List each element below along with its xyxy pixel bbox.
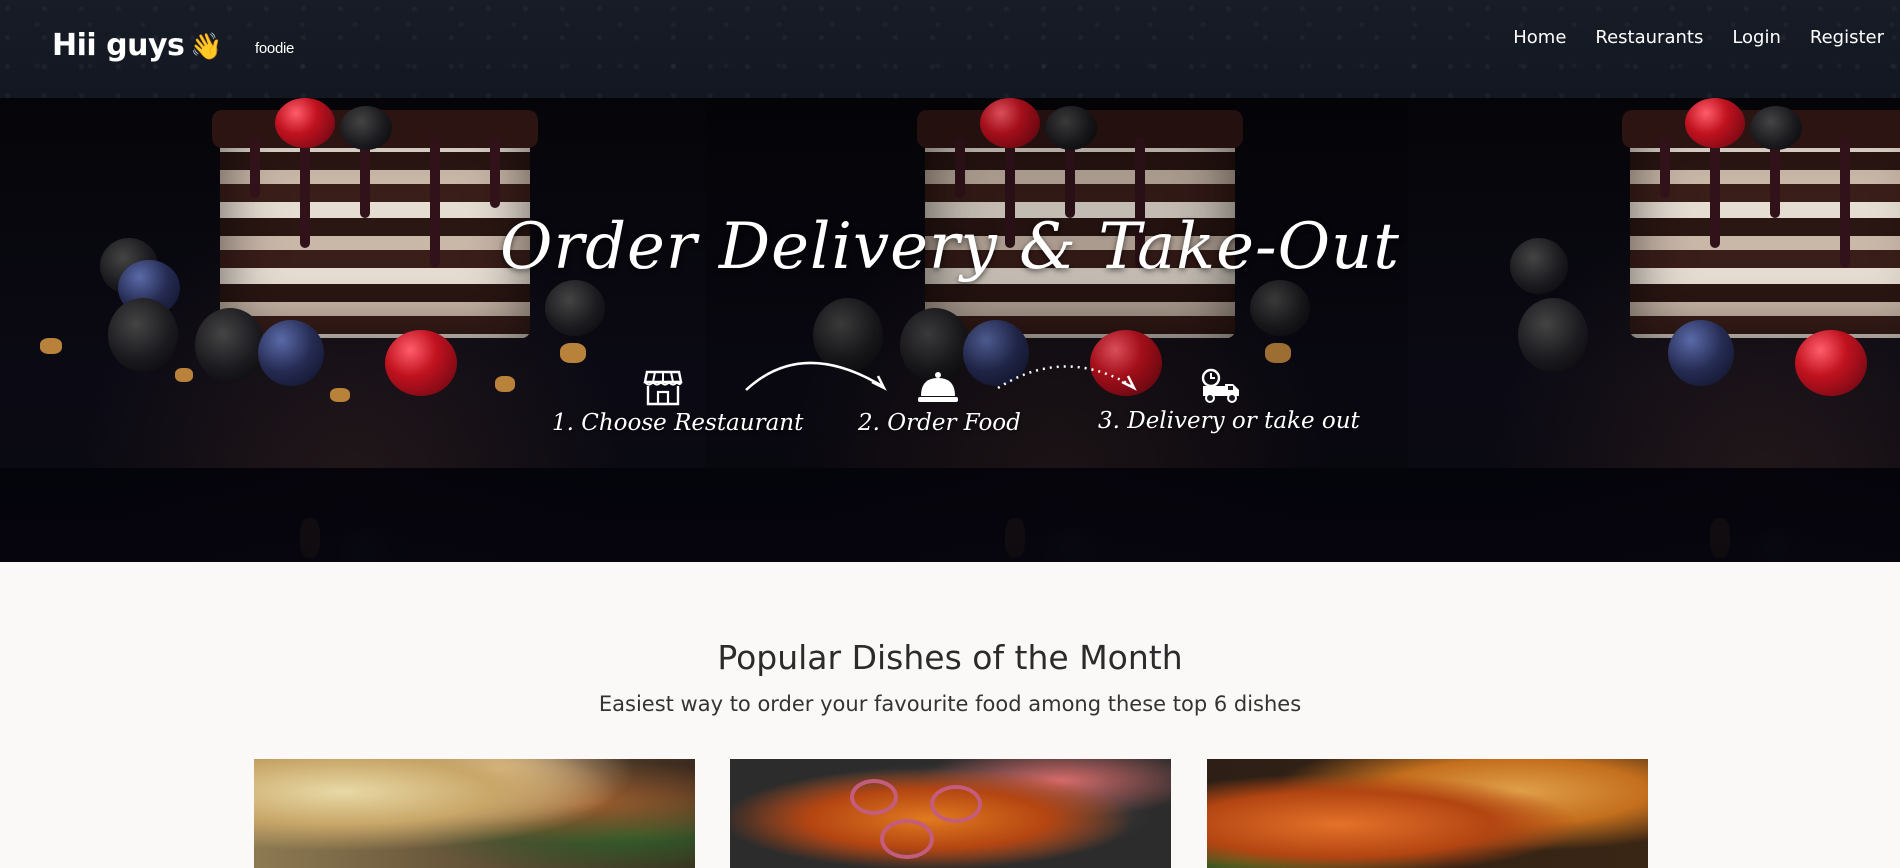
onion-ring <box>850 779 898 815</box>
chocolate-drip <box>360 138 370 218</box>
popular-dishes-title: Popular Dishes of the Month <box>717 638 1183 677</box>
nav-link-home[interactable]: Home <box>1513 27 1566 48</box>
step-choose-restaurant: 1. Choose Restaurant <box>552 368 804 436</box>
step-delivery-or-takeout: 3. Delivery or take out <box>1098 368 1360 434</box>
nav-link-login[interactable]: Login <box>1732 27 1781 48</box>
brand[interactable]: Hii guys 👋 <box>52 28 223 63</box>
brand-text[interactable]: Hii guys <box>52 28 185 63</box>
nut <box>495 376 515 392</box>
nav-link-restaurants[interactable]: Restaurants <box>1595 27 1703 48</box>
nut <box>40 338 62 354</box>
nav-links: Home Restaurants Login Register <box>1513 27 1884 48</box>
chocolate-drip <box>1770 138 1780 218</box>
cherry <box>1685 98 1745 148</box>
blackberry <box>1750 106 1802 150</box>
cherry <box>385 330 457 396</box>
blueberry <box>258 320 324 386</box>
chocolate-drip <box>250 138 260 198</box>
hero-bottom-band <box>0 468 1900 562</box>
foodie-logo[interactable]: foodie <box>255 40 294 57</box>
dish-card-chicken-curry[interactable] <box>730 759 1171 868</box>
dish-card-garlic-naan[interactable] <box>254 759 695 868</box>
step-2-label: 2. Order Food <box>858 410 1021 436</box>
chocolate-drip <box>490 138 500 208</box>
nut <box>560 343 586 363</box>
cloche-icon <box>918 372 958 402</box>
step-1-label: 1. Choose Restaurant <box>552 410 804 436</box>
onion-ring <box>930 785 982 823</box>
nut <box>330 388 350 402</box>
blackberry <box>545 280 605 336</box>
dish-card-dosa[interactable] <box>1207 759 1648 868</box>
navbar: Hii guys 👋 foodie Home Restaurants Login … <box>0 0 1900 98</box>
blackberry <box>1518 298 1588 372</box>
waving-hand-icon: 👋 <box>190 32 223 62</box>
onion-ring <box>880 819 934 859</box>
cherry <box>275 98 335 148</box>
nav-link-register[interactable]: Register <box>1810 27 1884 48</box>
store-icon <box>643 370 683 406</box>
hero-title: Order Delivery & Take-Out <box>500 210 1400 284</box>
blackberry <box>108 298 178 372</box>
nut <box>175 368 193 382</box>
cherry <box>1795 330 1867 396</box>
delivery-truck-icon <box>1201 368 1239 403</box>
blueberry <box>1668 320 1734 386</box>
hero-banner: Order Delivery & Take-Out 1. Choose Rest… <box>0 98 1900 562</box>
blackberry <box>195 308 265 382</box>
blackberry <box>340 106 392 150</box>
chocolate-drip <box>1660 138 1670 198</box>
step-3-label: 3. Delivery or take out <box>1098 408 1360 434</box>
popular-dishes-subtitle: Easiest way to order your favourite food… <box>598 692 1302 716</box>
